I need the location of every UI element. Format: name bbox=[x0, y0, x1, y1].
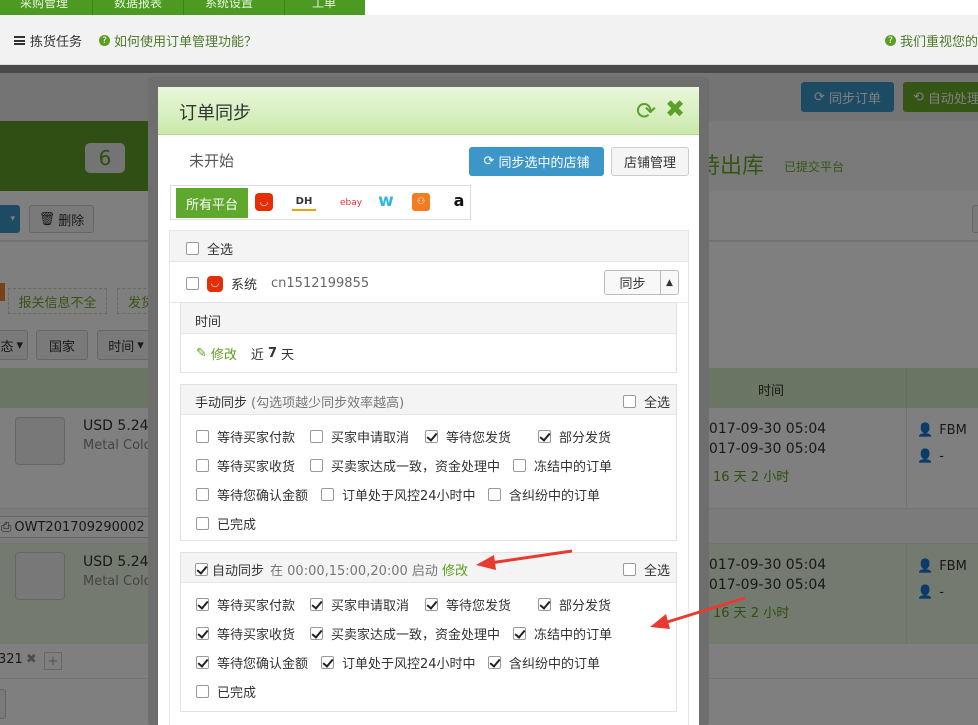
annotation-arrows bbox=[476, 549, 746, 629]
annotation-arrow bbox=[650, 596, 746, 629]
annotation-arrow bbox=[476, 549, 573, 570]
